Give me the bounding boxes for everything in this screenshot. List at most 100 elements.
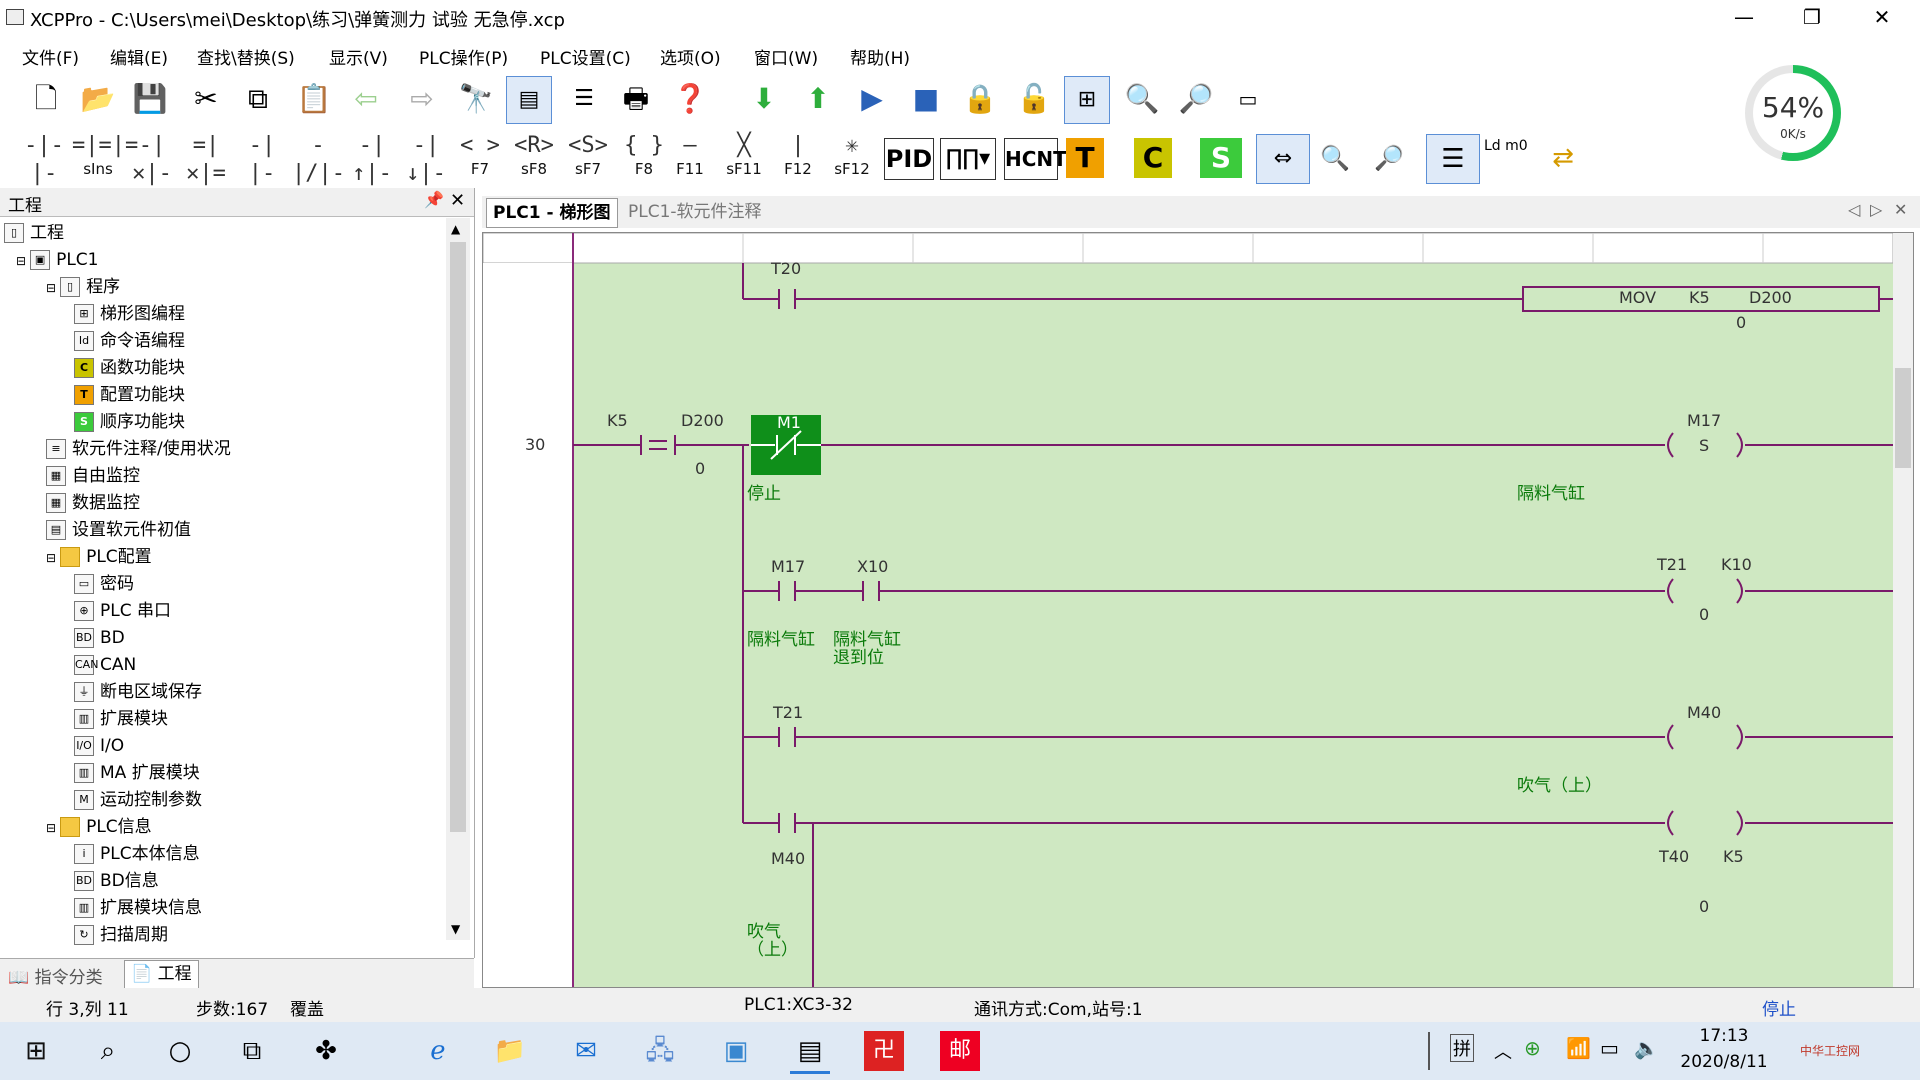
menu-plc-ops[interactable]: PLC操作(P)	[419, 44, 508, 69]
tray-app-icon[interactable]: ⊕	[1524, 1036, 1541, 1060]
menu-view[interactable]: 显示(V)	[329, 44, 388, 69]
tree-item[interactable]: CANCAN	[74, 652, 136, 678]
menu-help[interactable]: 帮助(H)	[850, 44, 910, 69]
serial-port-icon[interactable]: ▭	[1226, 76, 1270, 122]
zoom-monitor-icon[interactable]: 🔍	[1120, 76, 1164, 122]
pin-icon[interactable]: 📌	[424, 190, 444, 209]
minimize-button[interactable]: —	[1710, 0, 1778, 34]
paste-icon[interactable]: 📋	[292, 76, 336, 122]
run-icon[interactable]: ▶	[850, 76, 894, 122]
tree-item[interactable]: S 顺序功能块	[74, 409, 185, 435]
tree-collapse-icon[interactable]: ⊟	[46, 551, 56, 565]
tree-item[interactable]: ▥ 扩展模块	[74, 706, 168, 732]
tree-item[interactable]: ▦ 数据监控	[46, 490, 140, 516]
battery-icon[interactable]: ▭	[1600, 1036, 1619, 1060]
instruction-list-icon[interactable]: ☰	[1426, 134, 1480, 184]
ladder-tool-f6-button[interactable]: -|/|-F6	[292, 132, 345, 206]
tree-item[interactable]: ▦ 自由监控	[46, 463, 140, 489]
save-icon[interactable]: 💾	[128, 76, 172, 122]
tab-scroll-left-icon[interactable]: ◁	[1848, 200, 1860, 219]
tree-collapse-icon[interactable]: ⊟	[46, 281, 56, 295]
ladder-view-icon[interactable]: ▤	[506, 76, 552, 124]
window-app-icon[interactable]: ▣	[716, 1031, 756, 1071]
tree-item[interactable]: ⊟ PLC信息	[46, 814, 152, 840]
cortana-icon[interactable]: ○	[160, 1031, 200, 1071]
ladder-tool-f8-button[interactable]: { } F8	[618, 132, 670, 182]
monitor-icon[interactable]: ⊞	[1064, 76, 1110, 124]
tree-item[interactable]: T 配置功能块	[74, 382, 185, 408]
tree-item[interactable]: ⊕ PLC 串口	[74, 598, 171, 624]
forward-arrow-icon[interactable]: ⇨	[400, 76, 444, 122]
upload-icon[interactable]: ⬆	[796, 76, 840, 122]
tab-ladder[interactable]: PLC1 - 梯形图	[486, 198, 618, 228]
ladder-tool-f7-button[interactable]: < > F7	[454, 132, 506, 182]
red-app2-icon[interactable]: 邮	[940, 1031, 980, 1071]
pulse-button[interactable]: ∏∏▾	[940, 138, 996, 180]
tree-item[interactable]: ▥ MA 扩展模块	[74, 760, 200, 786]
menu-options[interactable]: 选项(O)	[660, 44, 721, 69]
menu-find-replace[interactable]: 查找\替换(S)	[197, 44, 295, 69]
restore-button[interactable]: ❐	[1778, 0, 1846, 34]
ladder-tool-f11-button[interactable]: — F11	[664, 132, 716, 182]
menu-window[interactable]: 窗口(W)	[754, 44, 818, 69]
cut-icon[interactable]: ✂	[184, 76, 228, 122]
wifi-icon[interactable]: 📶	[1566, 1036, 1591, 1060]
tab-comments[interactable]: PLC1-软元件注释	[622, 198, 768, 226]
tree-item[interactable]: ≡ 软元件注释/使用状况	[46, 436, 231, 462]
ladder-tool-ins-button[interactable]: -|-|-Ins	[18, 132, 70, 206]
network-app-icon[interactable]: 🖧	[640, 1031, 680, 1071]
tree-item[interactable]: ▥ 扩展模块信息	[74, 895, 202, 921]
panel-close-icon[interactable]: ✕	[450, 190, 465, 211]
fan-app-icon[interactable]: ✤	[306, 1031, 346, 1071]
tree-item[interactable]: M 运动控制参数	[74, 787, 202, 813]
clock-date[interactable]: 2020/8/11	[1676, 1052, 1772, 1072]
ld-m0-button[interactable]: Ld m0	[1484, 136, 1530, 180]
tree-item[interactable]: i PLC本体信息	[74, 841, 200, 867]
function-block-button[interactable]: C	[1134, 138, 1172, 178]
fit-width-icon[interactable]: ⇔	[1256, 134, 1310, 184]
tree-item[interactable]: C 函数功能块	[74, 355, 185, 381]
tab-project[interactable]: 📄 工程	[124, 960, 199, 989]
ladder-editor[interactable]: 30 T20 MOV K5 D200 0 K5 D200 0 M1 停止 M17…	[482, 232, 1914, 988]
clock-time[interactable]: 17:13	[1694, 1026, 1754, 1046]
back-arrow-icon[interactable]: ⇦	[344, 76, 388, 122]
tree-item[interactable]: ⊞ 梯形图编程	[74, 301, 185, 327]
hcnt-button[interactable]: HCNT	[1004, 138, 1067, 180]
ladder-tool-sf6-button[interactable]: -|↓|-sF6	[400, 132, 452, 206]
ladder-tool-sf8-button[interactable]: <R> sF8	[508, 132, 560, 182]
ladder-tool-sf11-button[interactable]: ╳ sF11	[718, 132, 770, 182]
edge-icon[interactable]: ℯ	[418, 1031, 458, 1071]
tree-item[interactable]: Id 命令语编程	[74, 328, 185, 354]
tree-item[interactable]: ⏚ 断电区域保存	[74, 679, 202, 705]
config-block-button[interactable]: T	[1066, 138, 1104, 178]
unlock-icon[interactable]: 🔓	[1012, 76, 1056, 122]
copy-icon[interactable]: ⧉	[236, 76, 280, 122]
lock-icon[interactable]: 🔒	[958, 76, 1002, 122]
tree-item[interactable]: ↻ 扫描周期	[74, 922, 168, 948]
ladder-tool-sins-button[interactable]: =|=|= sIns	[72, 132, 138, 182]
search-monitor-icon[interactable]: 🔎	[1174, 76, 1218, 122]
start-button-icon[interactable]: ⊞	[16, 1031, 56, 1071]
convert-icon[interactable]: ⇄	[1540, 136, 1586, 180]
sequence-block-button[interactable]: S	[1200, 138, 1242, 178]
zoom-out-icon[interactable]: 🔎	[1366, 136, 1412, 180]
task-view-icon[interactable]: ⧉	[232, 1031, 272, 1071]
ladder-tool-sf5-button[interactable]: -|↑|-sF5	[346, 132, 398, 206]
tree-item[interactable]: ▭ 密码	[74, 571, 134, 597]
show-hidden-icon[interactable]: ︿	[1494, 1038, 1512, 1064]
file-explorer-icon[interactable]: 📁	[490, 1031, 530, 1071]
print-icon[interactable]: 🖶	[614, 76, 658, 122]
scroll-up-icon[interactable]: ▲	[451, 222, 460, 236]
tree-item[interactable]: ⊟ PLC配置	[46, 544, 152, 570]
stop-icon[interactable]: ■	[904, 76, 948, 122]
scroll-down-icon[interactable]: ▼	[451, 922, 460, 936]
tree-item[interactable]: ▯ 工程	[4, 220, 64, 246]
tree-collapse-icon[interactable]: ⊟	[16, 254, 26, 268]
xcppro-taskbar-icon[interactable]: ▤	[790, 1031, 830, 1074]
volume-icon[interactable]: 🔈	[1634, 1036, 1659, 1060]
tree-item[interactable]: ⊟ ▯ 程序	[46, 274, 120, 300]
menu-file[interactable]: 文件(F)	[22, 44, 79, 69]
pid-button[interactable]: PID	[884, 138, 934, 180]
ladder-tool-f5-button[interactable]: -| |-F5	[236, 132, 288, 206]
tree-item[interactable]: ▤ 设置软元件初值	[46, 517, 191, 543]
